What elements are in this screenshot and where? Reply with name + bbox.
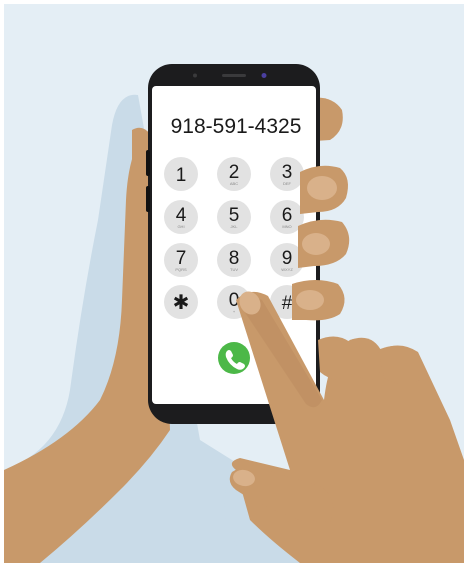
key-2[interactable]: 2ABC <box>217 157 251 191</box>
key-digit: 2 <box>229 162 240 183</box>
knuckle-index <box>318 336 350 380</box>
key-1[interactable]: 1 <box>164 157 198 191</box>
phone-dialer-illustration: 918-591-4325 1 2 ABC 3 DEF 4 GHI 5 JKL 6 MNO 7 PQRS 8… <box>0 0 468 567</box>
key-digit: # <box>282 293 293 314</box>
key-letters: PQRS <box>175 267 187 272</box>
key-digit: 9 <box>282 248 293 269</box>
key-digit: ✱ <box>173 292 190 314</box>
key-letters: WXYZ <box>281 267 293 272</box>
key-digit: 6 <box>282 205 293 226</box>
key-8[interactable]: 8TUV <box>217 243 251 277</box>
key-letters: DEF <box>283 181 292 186</box>
key-3[interactable]: 3DEF <box>270 157 304 191</box>
key-letters: GHI <box>177 224 184 229</box>
key-digit: 7 <box>176 248 187 269</box>
dialed-number: 918-591-4325 <box>171 115 302 138</box>
fingernail-middle <box>302 233 330 255</box>
front-camera <box>261 73 267 78</box>
key-star[interactable]: ✱ <box>164 285 198 319</box>
key-digit: 4 <box>176 205 187 226</box>
call-button[interactable] <box>218 342 250 374</box>
key-letters: JKL <box>231 224 239 229</box>
key-5[interactable]: 5JKL <box>217 200 251 234</box>
key-digit: 8 <box>229 248 240 269</box>
key-digit: 1 <box>176 165 187 186</box>
speaker-grille <box>222 74 246 77</box>
key-letters: MNO <box>282 224 291 229</box>
knuckle-ring <box>378 345 420 384</box>
call-button-circle[interactable] <box>218 342 250 374</box>
fingernail-upper <box>307 176 337 200</box>
key-4[interactable]: 4GHI <box>164 200 198 234</box>
sensor <box>193 73 197 78</box>
illustration-canvas: 918-591-4325 1 2ABC 3DEF 4GHI 5JKL 6MNO 7PQRS 8… <box>4 4 464 563</box>
key-digit: 5 <box>229 205 240 226</box>
key-letters: ABC <box>230 181 238 186</box>
fingernail-lower <box>296 290 324 310</box>
power-button <box>146 186 150 212</box>
key-digit: 3 <box>282 162 293 183</box>
volume-button <box>146 150 150 176</box>
key-7[interactable]: 7PQRS <box>164 243 198 277</box>
key-letters: TUV <box>230 267 238 272</box>
